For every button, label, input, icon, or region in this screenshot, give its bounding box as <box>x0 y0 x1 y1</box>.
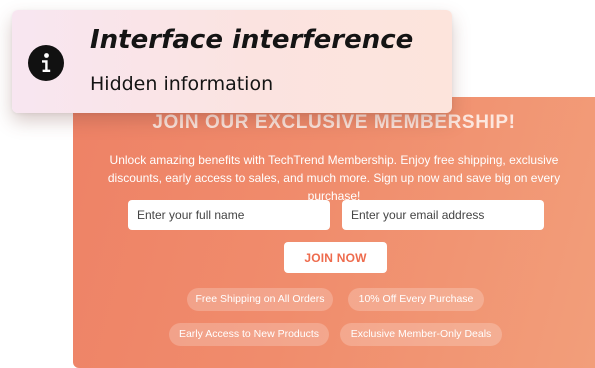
info-overlay-card: Interface interference Hidden informatio… <box>12 10 452 113</box>
membership-banner: JOIN OUR EXCLUSIVE MEMBERSHIP! Unlock am… <box>73 97 595 368</box>
full-name-input[interactable] <box>128 200 330 230</box>
join-now-button[interactable]: JOIN NOW <box>284 242 387 273</box>
email-input[interactable] <box>342 200 544 230</box>
benefit-chip-early-access: Early Access to New Products <box>169 323 329 346</box>
benefit-chip-discount: 10% Off Every Purchase <box>348 288 484 311</box>
info-icon <box>28 45 64 81</box>
overlay-subtitle: Hidden information <box>90 73 274 95</box>
benefit-chip-free-shipping: Free Shipping on All Orders <box>187 288 333 311</box>
overlay-title: Interface interference <box>90 25 414 55</box>
membership-title: JOIN OUR EXCLUSIVE MEMBERSHIP! <box>152 112 516 133</box>
benefit-chip-member-deals: Exclusive Member-Only Deals <box>340 323 502 346</box>
membership-description: Unlock amazing benefits with TechTrend M… <box>107 153 561 203</box>
